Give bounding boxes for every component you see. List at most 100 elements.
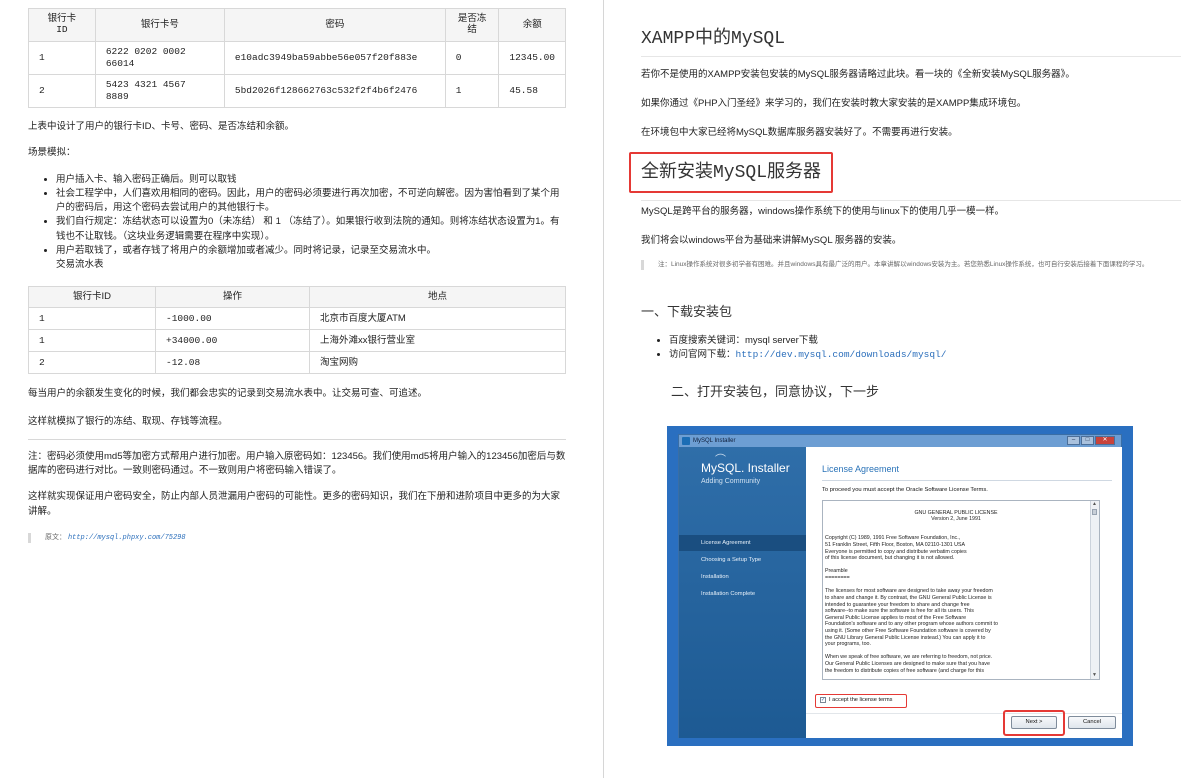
logo-subtitle: Adding Community — [701, 478, 761, 485]
next-button[interactable]: Next > — [1011, 716, 1057, 729]
page-divider — [603, 0, 604, 778]
list-item-text: 访问官网下载： — [669, 349, 736, 361]
transaction-table: 银行卡ID 操作 地点 1 -1000.00 北京市百度大厦ATM 1 +340… — [28, 286, 566, 375]
window-title: MySQL Installer — [693, 438, 736, 444]
close-icon[interactable]: ✕ — [1095, 436, 1115, 445]
list-item: 用户插入卡、输入密码正确后。则可以取钱 — [56, 173, 566, 187]
license-text: GNU GENERAL PUBLIC LICENSE Version 2, Ju… — [825, 503, 1087, 679]
subheading-open-installer: 二、打开安装包，同意协议，下一步 — [671, 384, 880, 399]
table-row: 1 +34000.00 上海外滩xx银行营业室 — [28, 329, 566, 353]
window-controls: – □ ✕ — [1066, 436, 1115, 445]
source-link[interactable]: http://mysql.phpxy.com/75298 — [68, 534, 186, 542]
table-cell: 1 — [444, 74, 500, 108]
table-cell: 1 — [28, 329, 156, 353]
table-row: 1 6222 0202 0002 66014 e10adc3949ba59abb… — [28, 41, 566, 75]
left-page: 银行卡 ID 银行卡号 密码 是否冻 结 余额 1 6222 0202 0002… — [28, 8, 566, 544]
table-cell: 2 — [28, 351, 156, 375]
installer-content: License Agreement To proceed you must ac… — [806, 447, 1122, 738]
table-cell: 5423 4321 4567 8889 — [94, 74, 225, 108]
app-icon — [682, 437, 690, 445]
heading-underline — [641, 200, 1181, 201]
scroll-thumb[interactable] — [1092, 509, 1097, 515]
maximize-icon[interactable]: □ — [1081, 436, 1094, 445]
license-body: Copyright (C) 1989, 1991 Free Software F… — [825, 535, 998, 674]
header-balance: 余额 — [498, 8, 566, 42]
accept-label: I accept the license terms — [829, 697, 893, 703]
accept-license-checkbox[interactable]: ✓ I accept the license terms — [820, 697, 892, 703]
table-cell: 45.58 — [498, 74, 566, 108]
heading-divider — [822, 480, 1112, 481]
paragraph-xampp-book: 如果你通过《PHP入门圣经》来学习的，我们在安装时教大家安装的是XAMPP集成环… — [641, 98, 1027, 109]
table-row: 2 5423 4321 4567 8889 5bd2026f128662763c… — [28, 74, 566, 108]
step-setup-type: Choosing a Setup Type — [701, 557, 762, 563]
header-card-id: 银行卡 ID — [28, 8, 96, 42]
paragraph-record: 每当用户的余额发生变化的时候，我们都会忠实的记录到交易流水表中。让交易可查、可追… — [28, 388, 428, 400]
step-license-agreement: License Agreement — [679, 535, 806, 551]
download-link[interactable]: http://dev.mysql.com/downloads/mysql/ — [736, 349, 947, 360]
license-header: GNU GENERAL PUBLIC LICENSE Version 2, Ju… — [914, 509, 998, 523]
license-textbox[interactable]: GNU GENERAL PUBLIC LICENSE Version 2, Ju… — [822, 500, 1100, 680]
paragraph-scene: 场景模拟： — [28, 147, 76, 159]
table-cell: e10adc3949ba59abbe56e057f20f883e — [223, 41, 446, 75]
mysql-logo: ⌒ MySQL. Installer — [701, 454, 790, 475]
license-intro: To proceed you must accept the Oracle So… — [822, 487, 988, 493]
paragraph-design: 上表中设计了用户的银行卡ID、卡号、密码、是否冻结和余额。 — [28, 121, 295, 132]
list-item: 百度搜索关键词：mysql server下载 — [669, 334, 1189, 348]
paragraph-windows-basis: 我们将会以windows平台为基础来讲解MySQL 服务器的安装。 — [641, 235, 902, 246]
table-header-row: 银行卡ID 操作 地点 — [28, 286, 566, 309]
license-heading: License Agreement — [822, 464, 900, 474]
paragraph-xampp-installed: 在环境包中大家已经将MySQL数据库服务器安装好了。不需要再进行安装。 — [641, 127, 958, 138]
header-operation: 操作 — [155, 286, 310, 309]
table-cell: -1000.00 — [155, 307, 310, 331]
table-cell: -12.08 — [155, 351, 310, 375]
table-header-row: 银行卡 ID 银行卡号 密码 是否冻 结 余额 — [28, 8, 566, 42]
window-titlebar: MySQL Installer – □ ✕ — [679, 435, 1121, 447]
list-item: 访问官网下载：http://dev.mysql.com/downloads/my… — [669, 348, 1189, 362]
footer-divider — [806, 713, 1122, 714]
page-title: XAMPP中的MySQL — [641, 29, 786, 49]
paragraph-secure: 这样就实现保证用户密码安全，防止内部人员泄漏用户密码的可能性。更多的密码知识，我… — [28, 491, 561, 517]
step-installation-complete: Installation Complete — [701, 591, 756, 597]
header-card-number: 银行卡号 — [94, 8, 225, 42]
download-list: 百度搜索关键词：mysql server下载 访问官网下载：http://dev… — [641, 334, 1189, 363]
table-cell: 淘宝网购 — [309, 351, 566, 375]
table-cell: 1 — [28, 307, 156, 331]
checkmark-icon[interactable]: ✓ — [820, 697, 826, 703]
header-card-id: 银行卡ID — [28, 286, 156, 309]
installer-screenshot: MySQL Installer – □ ✕ ⌒ MySQL. Installer… — [667, 426, 1133, 746]
scene-list: 用户插入卡、输入密码正确后。则可以取钱 社会工程学中，人们喜欢用相同的密码。因此… — [28, 173, 566, 273]
list-item-tail: 交易流水表 — [56, 259, 104, 270]
minimize-icon[interactable]: – — [1067, 436, 1080, 445]
title-underline — [641, 56, 1181, 57]
table-cell: +34000.00 — [155, 329, 310, 353]
bank-card-table: 银行卡 ID 银行卡号 密码 是否冻 结 余额 1 6222 0202 0002… — [28, 8, 566, 108]
installer-sidebar: ⌒ MySQL. Installer Adding Community Lice… — [679, 447, 806, 738]
list-item: 社会工程学中，人们喜欢用相同的密码。因此，用户的密码必须要进行再次加密，不可逆向… — [56, 187, 566, 216]
table-cell: 12345.00 — [498, 41, 566, 75]
paragraph-cross-platform: MySQL是跨平台的服务器，windows操作系统下的使用与linux下的使用几… — [641, 206, 1005, 217]
dolphin-icon: ⌒ — [715, 454, 726, 466]
cancel-button[interactable]: Cancel — [1068, 716, 1116, 729]
installer-window: MySQL Installer – □ ✕ ⌒ MySQL. Installer… — [678, 434, 1122, 738]
scroll-up-icon[interactable]: ▲ — [1091, 501, 1098, 508]
header-frozen: 是否冻 结 — [444, 8, 500, 42]
header-location: 地点 — [309, 286, 566, 309]
section-heading: 全新安装MySQL服务器 — [641, 163, 822, 183]
paragraph-xampp-skip: 若你不是使用的XAMPP安装包安装的MySQL服务器请略过此块。看一块的《全新安… — [641, 69, 1075, 80]
horizontal-rule — [28, 438, 566, 440]
license-scrollbar[interactable]: ▲ ▼ — [1090, 501, 1099, 679]
subheading-download: 一、下载安装包 — [641, 304, 733, 319]
table-cell: 北京市百度大厦ATM — [309, 307, 566, 331]
table-cell: 5bd2026f128662763c532f2f4b6f2476 — [223, 74, 446, 108]
list-item: 用户若取钱了，或者存钱了将用户的余额增加或者减少。同时将记录，记录至交易流水中。… — [56, 244, 566, 273]
linux-note: 注：Linux操作系统对很多初学者有困难。并且windows具有最广泛的用户。本… — [641, 260, 1169, 271]
scroll-down-icon[interactable]: ▼ — [1091, 672, 1098, 679]
list-item-text: 用户若取钱了，或者存钱了将用户的余额增加或者减少。同时将记录，记录至交易流水中。 — [56, 244, 437, 256]
list-item: 我们自行规定：冻结状态可以设置为0（未冻结） 和 1 （冻结了）。如果银行收到法… — [56, 215, 566, 244]
table-cell: 6222 0202 0002 66014 — [94, 41, 225, 75]
paragraph-md5-note: 注：密码必须使用md5等加密方式帮用户进行加密。用户输入原密码如：123456。… — [28, 450, 566, 476]
table-cell: 0 — [444, 41, 500, 75]
paragraph-simulate: 这样就模拟了银行的冻结、取现、存钱等流程。 — [28, 415, 228, 427]
source-label: 原文： — [45, 533, 66, 541]
table-cell: 2 — [28, 74, 96, 108]
